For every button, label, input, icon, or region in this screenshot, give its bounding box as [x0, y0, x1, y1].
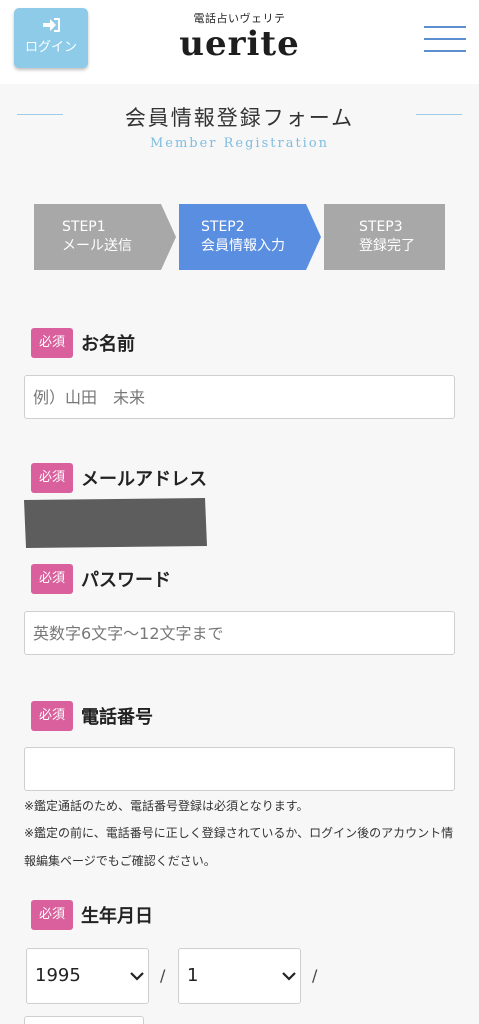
phone-input[interactable]	[24, 747, 455, 791]
birth-day-select-partial[interactable]	[24, 1016, 144, 1024]
birthdate-label: 生年月日	[81, 906, 153, 927]
step-2-active: STEP2 会員情報入力	[179, 204, 321, 270]
password-label: パスワード	[81, 570, 171, 591]
required-badge: 必須	[31, 900, 73, 930]
registration-steps: STEP1 メール送信 STEP2 会員情報入力 STEP3 登録完了	[0, 204, 479, 270]
birth-year-select[interactable]: 1995	[26, 948, 149, 1004]
step-1: STEP1 メール送信	[34, 204, 176, 270]
email-value-redacted	[24, 498, 207, 548]
email-label: メールアドレス	[81, 469, 207, 490]
password-field-label: 必須 パスワード	[31, 564, 171, 594]
required-badge: 必須	[31, 463, 73, 493]
step-label: 会員情報入力	[201, 238, 285, 254]
date-separator: /	[160, 966, 166, 985]
logo-wordmark: uerite	[179, 24, 300, 64]
phone-note-2: ※鑑定の前に、電話番号に正しく登録されているか、ログイン後のアカウント情報編集ペ…	[24, 826, 454, 868]
page-title-section: 会員情報登録フォーム Member Registration	[0, 100, 479, 160]
step-number: STEP1	[62, 219, 106, 235]
name-input[interactable]	[24, 375, 455, 419]
site-header: ログイン 電話占いヴェリテ uerite	[0, 0, 479, 84]
email-field-label: 必須 メールアドレス	[31, 463, 207, 493]
chevron-down-icon	[130, 972, 144, 981]
phone-note-1: ※鑑定通話のため、電話番号登録は必須となります。	[24, 799, 309, 813]
step-label: 登録完了	[359, 238, 415, 254]
page-subtitle: Member Registration	[149, 136, 330, 151]
step-label: メール送信	[62, 238, 132, 254]
step-3: STEP3 登録完了	[324, 204, 445, 270]
birth-month-select[interactable]: 1	[178, 948, 301, 1004]
date-separator: /	[312, 966, 318, 985]
required-badge: 必須	[31, 328, 73, 358]
name-label: お名前	[81, 334, 135, 355]
site-logo[interactable]: 電話占いヴェリテ uerite	[0, 10, 479, 62]
birth-year-value: 1995	[35, 965, 81, 986]
hamburger-menu-icon[interactable]	[424, 26, 466, 54]
birth-month-value: 1	[187, 965, 199, 986]
phone-field-label: 必須 電話番号	[31, 701, 153, 731]
step-number: STEP3	[359, 219, 403, 235]
birthdate-field-label: 必須 生年月日	[31, 900, 153, 930]
password-input[interactable]	[24, 611, 455, 655]
required-badge: 必須	[31, 701, 73, 731]
step-number: STEP2	[201, 219, 245, 235]
required-badge: 必須	[31, 564, 73, 594]
name-field-label: 必須 お名前	[31, 328, 135, 358]
page-title: 会員情報登録フォーム	[124, 106, 355, 130]
chevron-down-icon	[282, 972, 296, 981]
phone-label: 電話番号	[81, 707, 153, 728]
